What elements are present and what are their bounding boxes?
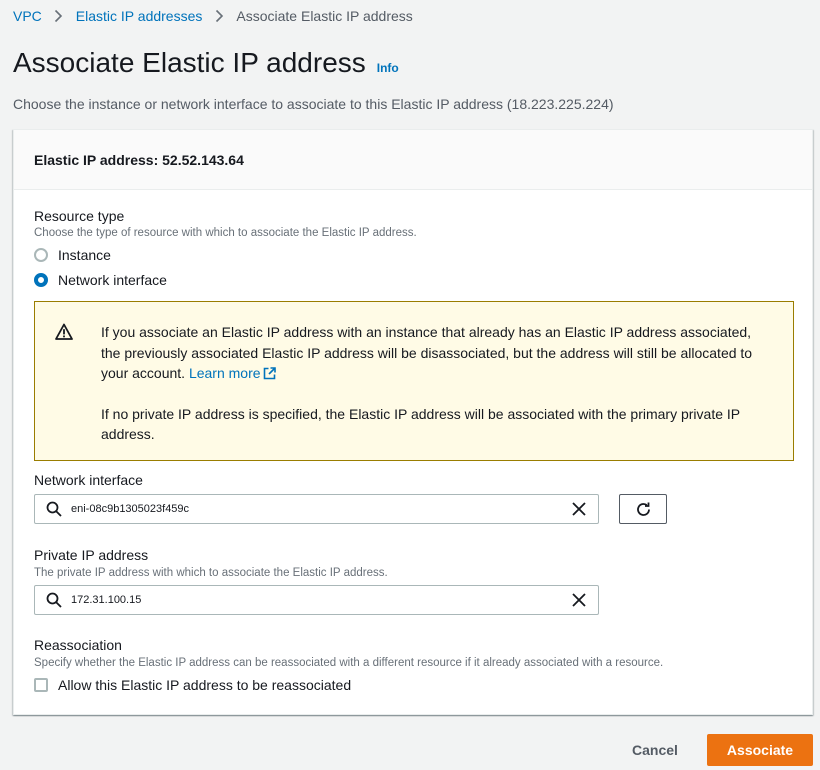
- private-ip-label: Private IP address: [34, 547, 149, 563]
- reassociation-description: Specify whether the Elastic IP address c…: [34, 657, 664, 669]
- panel-header: Elastic IP address: 52.52.143.64: [14, 130, 812, 190]
- resource-type-label: Resource type: [34, 208, 125, 224]
- search-icon: [46, 592, 62, 608]
- resource-type-description: Choose the type of resource with which t…: [34, 227, 417, 239]
- clear-icon[interactable]: [572, 502, 586, 516]
- network-interface-label: Network interface: [34, 472, 143, 488]
- alert-text-2: If no private IP address is specified, t…: [101, 405, 740, 443]
- private-ip-value: 172.31.100.15: [71, 594, 142, 606]
- radio-button[interactable]: [34, 248, 48, 262]
- chevron-right-icon: [42, 9, 76, 23]
- page-header: Associate Elastic IP address Info: [13, 47, 399, 79]
- page-title: Associate Elastic IP address: [13, 47, 366, 78]
- refresh-icon: [636, 502, 650, 516]
- associate-button[interactable]: Associate: [707, 734, 813, 766]
- private-ip-description: The private IP address with which to ass…: [34, 567, 388, 579]
- refresh-button[interactable]: [619, 494, 667, 524]
- breadcrumb-current: Associate Elastic IP address: [236, 8, 413, 24]
- warning-icon: [55, 323, 73, 341]
- learn-more-label: Learn more: [188, 365, 261, 381]
- reassociate-checkbox[interactable]: [34, 678, 48, 692]
- chevron-right-icon: [202, 9, 236, 23]
- alert-paragraph-1: If you associate an Elastic IP address w…: [101, 322, 753, 384]
- breadcrumb-vpc-link[interactable]: VPC: [13, 8, 42, 24]
- radio-network-interface[interactable]: Network interface: [34, 272, 167, 288]
- search-icon: [46, 501, 62, 517]
- clear-icon[interactable]: [572, 593, 586, 607]
- learn-more-link[interactable]: Learn more: [189, 365, 276, 381]
- external-link-icon: [263, 367, 276, 380]
- private-ip-input[interactable]: 172.31.100.15: [34, 585, 599, 615]
- breadcrumb: VPC Elastic IP addresses Associate Elast…: [13, 7, 413, 25]
- warning-alert: If you associate an Elastic IP address w…: [34, 301, 794, 461]
- radio-network-interface-label: Network interface: [58, 272, 167, 288]
- info-link[interactable]: Info: [377, 61, 399, 75]
- radio-instance[interactable]: Instance: [34, 247, 111, 263]
- associate-panel: Elastic IP address: 52.52.143.64 Resourc…: [13, 129, 813, 715]
- cancel-button[interactable]: Cancel: [614, 734, 696, 766]
- network-interface-value: eni-08c9b1305023f459c: [71, 503, 190, 515]
- reassociation-label: Reassociation: [34, 637, 122, 653]
- reassociate-checkbox-row[interactable]: Allow this Elastic IP address to be reas…: [34, 677, 351, 693]
- panel-title: Elastic IP address: 52.52.143.64: [34, 151, 244, 168]
- network-interface-input[interactable]: eni-08c9b1305023f459c: [34, 494, 599, 524]
- radio-instance-label: Instance: [58, 247, 111, 263]
- radio-button-checked[interactable]: [34, 273, 48, 287]
- reassociate-checkbox-label: Allow this Elastic IP address to be reas…: [58, 677, 352, 693]
- page-description: Choose the instance or network interface…: [13, 96, 614, 112]
- breadcrumb-elastic-ips-link[interactable]: Elastic IP addresses: [76, 8, 203, 24]
